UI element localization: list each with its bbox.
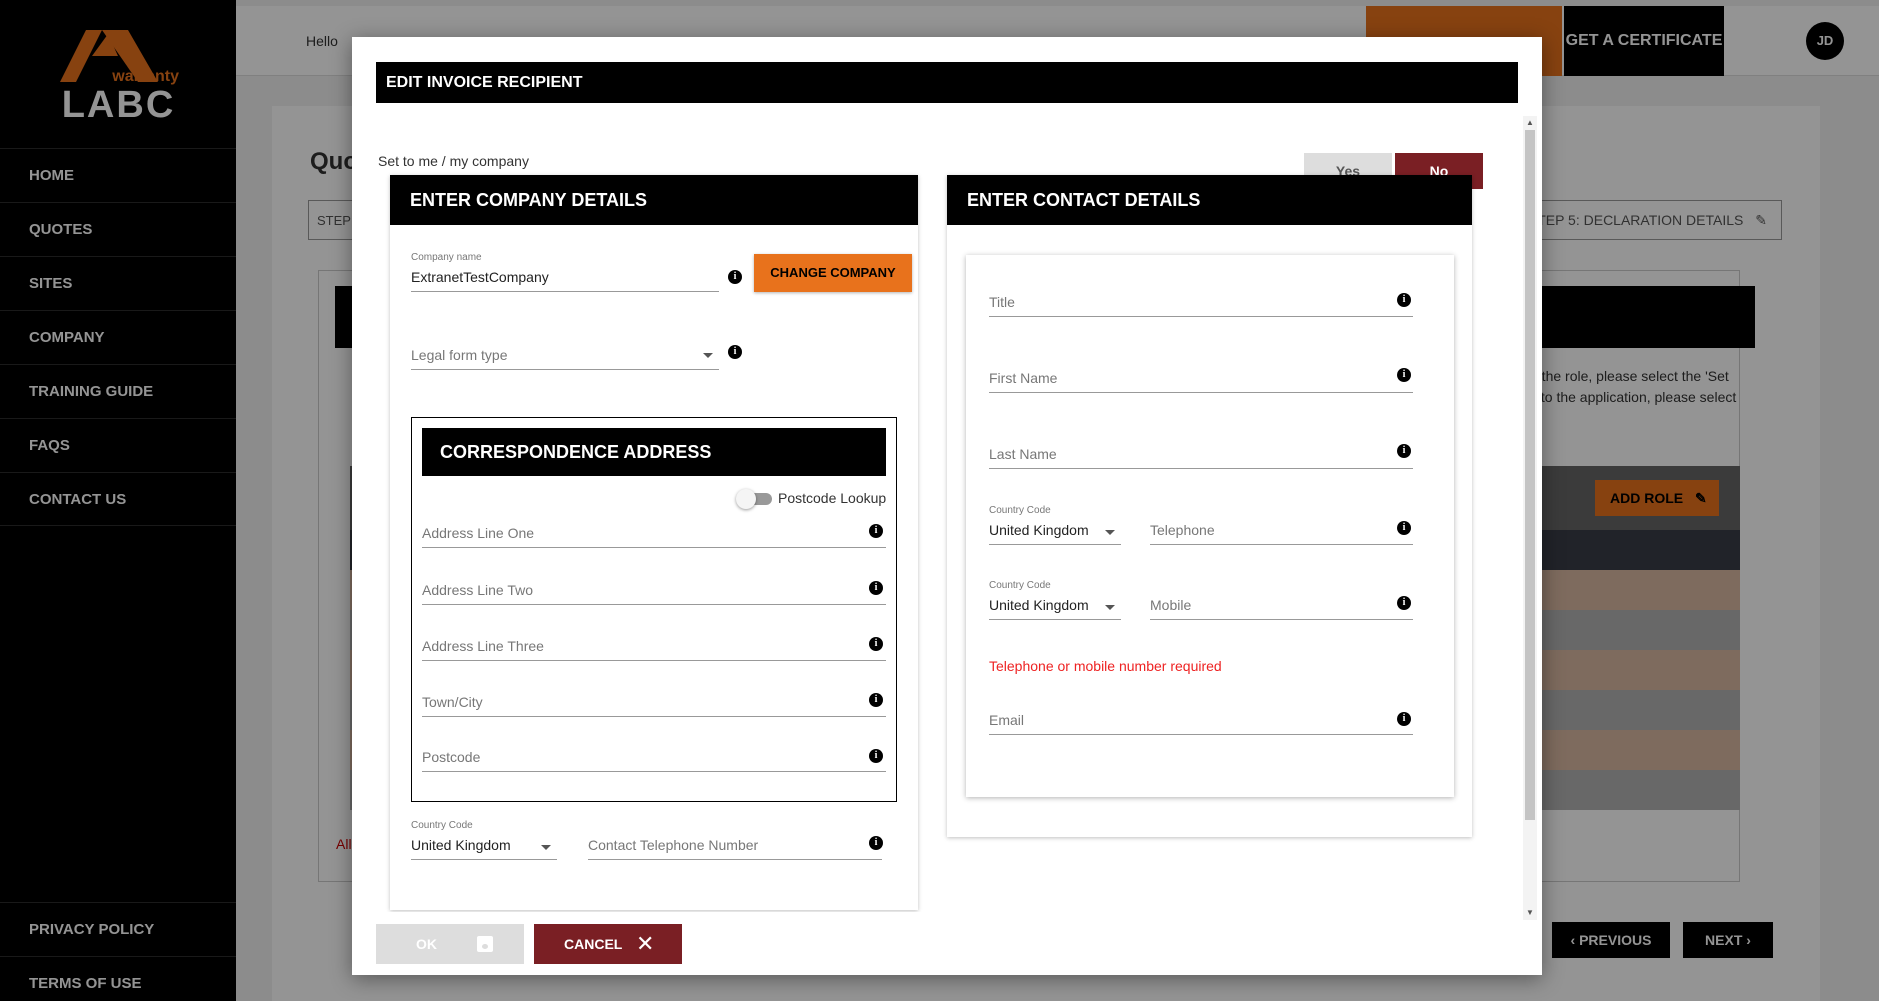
contact-telephone-info-icon[interactable]: i	[869, 836, 883, 850]
toggle-knob	[736, 489, 756, 509]
telephone-input[interactable]: Telephone	[1150, 511, 1413, 545]
address-line-one-placeholder: Address Line One	[422, 525, 535, 541]
telephone-placeholder: Telephone	[1150, 522, 1215, 538]
correspondence-address-heading: CORRESPONDENCE ADDRESS	[422, 428, 886, 476]
scrollbar-thumb[interactable]	[1525, 130, 1535, 820]
postcode-lookup-toggle[interactable]	[736, 489, 772, 509]
contact-telephone-input[interactable]: Contact Telephone Number	[588, 826, 882, 860]
address-line-three-placeholder: Address Line Three	[422, 638, 544, 654]
chevron-down-icon	[703, 353, 713, 358]
town-city-placeholder: Town/City	[422, 694, 483, 710]
title-input[interactable]: Title	[989, 284, 1413, 317]
legal-form-type-placeholder: Legal form type	[411, 347, 508, 363]
address-line-two-placeholder: Address Line Two	[422, 582, 534, 598]
postcode-info-icon[interactable]: i	[869, 749, 883, 763]
town-city-input[interactable]: Town/City	[422, 685, 886, 717]
contact-details-heading: ENTER CONTACT DETAILS	[947, 175, 1472, 225]
last-name-placeholder: Last Name	[989, 446, 1057, 462]
mobile-country-code-select[interactable]: Country Code United Kingdom	[989, 580, 1121, 620]
title-placeholder: Title	[989, 294, 1015, 310]
scroll-down-arrow-icon[interactable]: ▼	[1526, 908, 1534, 917]
phone-required-error: Telephone or mobile number required	[989, 658, 1222, 674]
first-name-input[interactable]: First Name	[989, 360, 1413, 393]
chevron-down-icon	[541, 845, 551, 850]
save-icon	[477, 936, 493, 952]
dialog-footer	[352, 912, 1522, 972]
title-info-icon[interactable]: i	[1397, 293, 1411, 307]
mobile-info-icon[interactable]: i	[1397, 596, 1411, 610]
address-line-three-info-icon[interactable]: i	[869, 637, 883, 651]
company-name-field[interactable]: Company name ExtranetTestCompany	[411, 252, 719, 292]
last-name-info-icon[interactable]: i	[1397, 444, 1411, 458]
country-code-label: Country Code	[989, 580, 1051, 591]
scroll-up-arrow-icon[interactable]: ▲	[1526, 118, 1534, 127]
postcode-placeholder: Postcode	[422, 749, 481, 765]
country-code-label: Country Code	[411, 820, 473, 831]
address-line-two-info-icon[interactable]: i	[869, 581, 883, 595]
set-to-me-label: Set to me / my company	[378, 153, 529, 169]
first-name-info-icon[interactable]: i	[1397, 368, 1411, 382]
address-line-one-input[interactable]: Address Line One	[422, 516, 886, 548]
last-name-input[interactable]: Last Name	[989, 436, 1413, 469]
postcode-input[interactable]: Postcode	[422, 740, 886, 772]
telephone-country-code-select[interactable]: Country Code United Kingdom	[989, 505, 1121, 545]
cancel-label: CANCEL	[564, 936, 623, 952]
company-country-code-select[interactable]: Country Code United Kingdom	[411, 820, 557, 860]
mobile-placeholder: Mobile	[1150, 597, 1192, 613]
company-name-info-icon[interactable]: i	[728, 270, 742, 284]
company-details-heading: ENTER COMPANY DETAILS	[390, 175, 918, 225]
country-code-label: Country Code	[989, 505, 1051, 516]
ok-button[interactable]: OK	[376, 924, 524, 964]
chevron-down-icon	[1105, 530, 1115, 535]
ok-label: OK	[416, 936, 437, 952]
chevron-down-icon	[1105, 605, 1115, 610]
change-company-button[interactable]: CHANGE COMPANY	[754, 254, 912, 292]
company-name-label: Company name	[411, 252, 482, 263]
first-name-placeholder: First Name	[989, 370, 1058, 386]
address-line-three-input[interactable]: Address Line Three	[422, 629, 886, 661]
country-code-value: United Kingdom	[989, 522, 1089, 538]
postcode-lookup-label: Postcode Lookup	[778, 490, 887, 506]
address-line-two-input[interactable]: Address Line Two	[422, 573, 886, 605]
telephone-info-icon[interactable]: i	[1397, 521, 1411, 535]
company-name-value: ExtranetTestCompany	[411, 269, 549, 285]
country-code-value: United Kingdom	[989, 597, 1089, 613]
email-input[interactable]: Email	[989, 702, 1413, 735]
dialog-scrollbar[interactable]: ▲ ▼	[1523, 116, 1537, 920]
town-city-info-icon[interactable]: i	[869, 693, 883, 707]
close-icon: ✕	[636, 931, 655, 956]
address-line-one-info-icon[interactable]: i	[869, 524, 883, 538]
email-placeholder: Email	[989, 712, 1025, 728]
legal-form-info-icon[interactable]: i	[728, 345, 742, 359]
cancel-button[interactable]: CANCEL ✕	[534, 924, 682, 964]
contact-telephone-placeholder: Contact Telephone Number	[588, 837, 759, 853]
dialog-title: EDIT INVOICE RECIPIENT	[376, 62, 1518, 103]
mobile-input[interactable]: Mobile	[1150, 586, 1413, 620]
legal-form-type-select[interactable]: Legal form type	[411, 336, 719, 370]
country-code-value: United Kingdom	[411, 837, 511, 853]
email-info-icon[interactable]: i	[1397, 712, 1411, 726]
